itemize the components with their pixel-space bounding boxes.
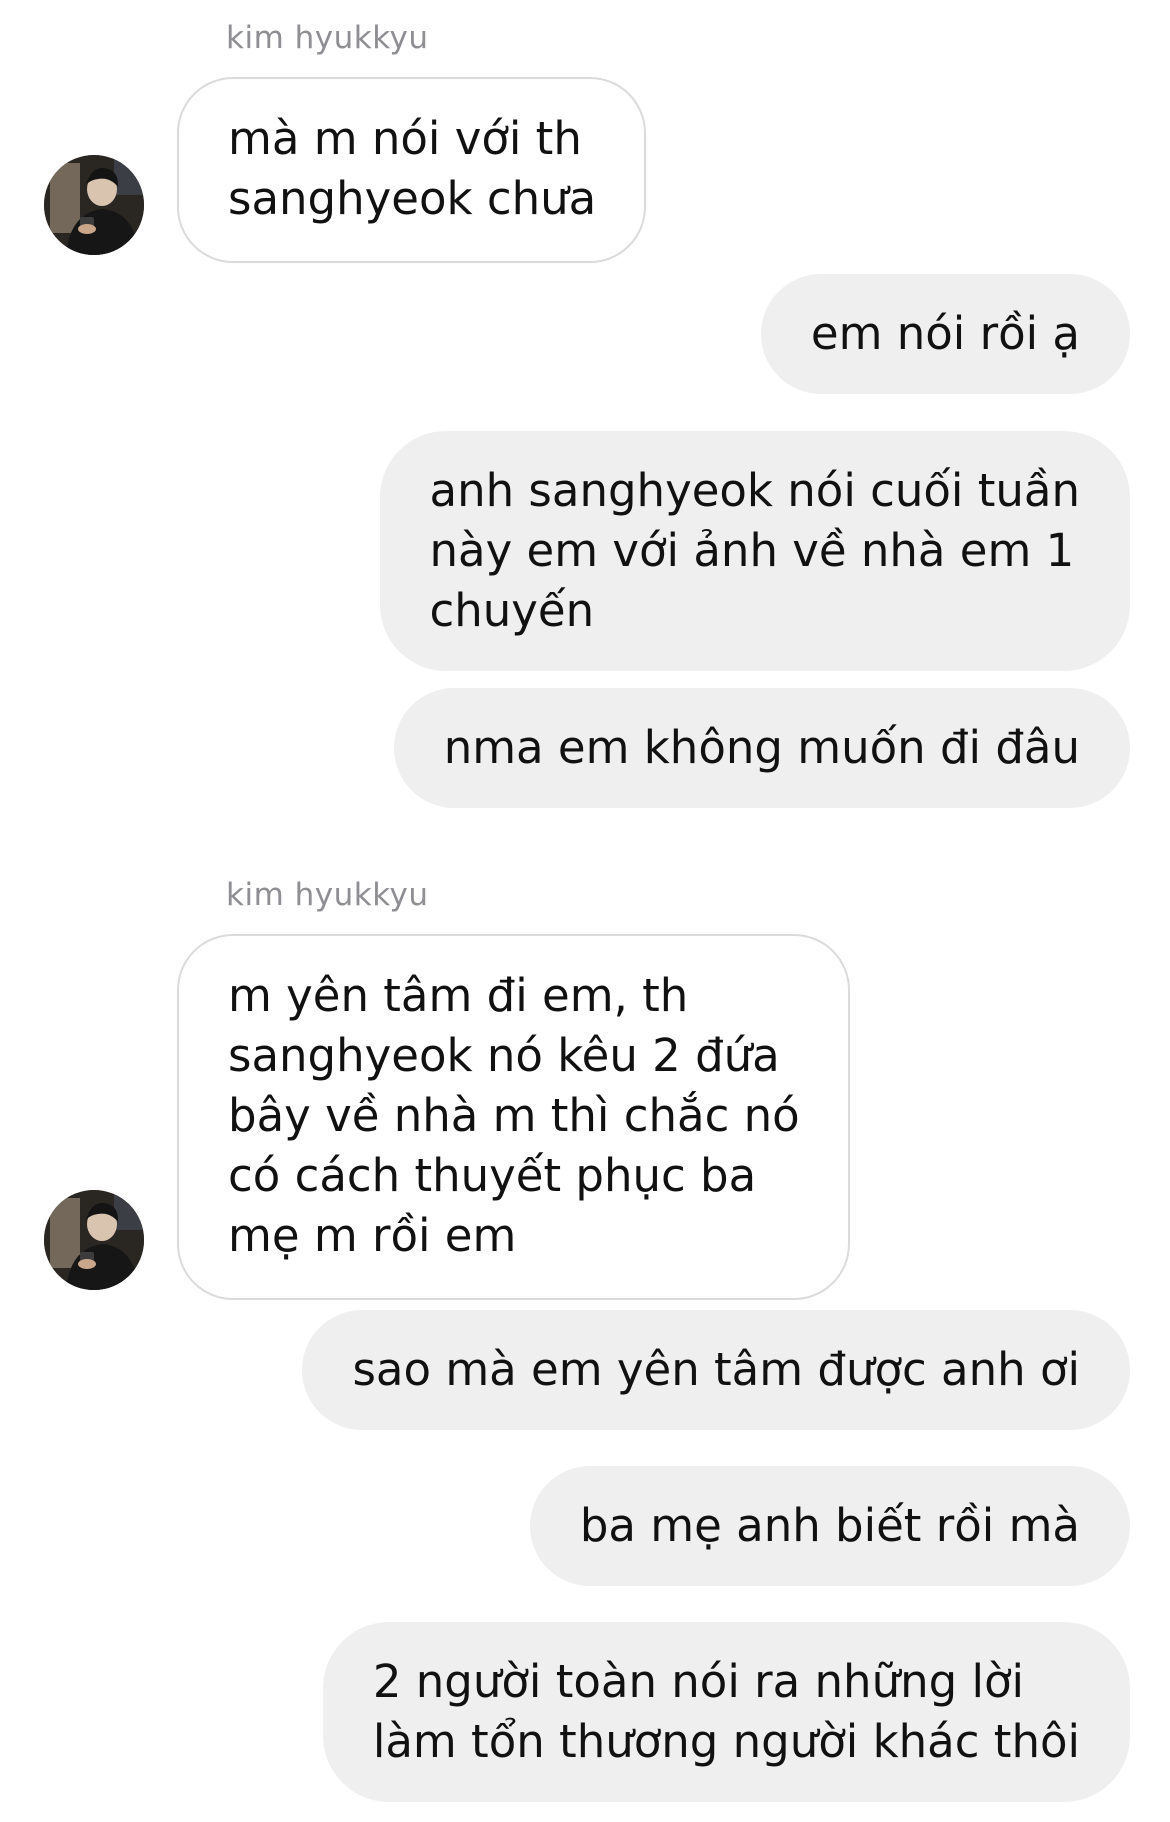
incoming-message-bubble[interactable]: m yên tâm đi em, th sanghyeok nó kêu 2 đ… bbox=[177, 934, 850, 1300]
outgoing-message-bubble[interactable]: anh sanghyeok nói cuối tuần này em với ả… bbox=[379, 431, 1130, 671]
sender-name: kim hyukkyu bbox=[226, 877, 429, 913]
outgoing-message-bubble[interactable]: em nói rồi ạ bbox=[760, 274, 1130, 394]
outgoing-message-bubble[interactable]: nma em không muốn đi đâu bbox=[393, 688, 1130, 808]
outgoing-message-bubble[interactable]: 2 người toàn nói ra những lời làm tổn th… bbox=[322, 1622, 1130, 1802]
avatar-icon bbox=[44, 1190, 144, 1290]
avatar-icon bbox=[44, 155, 144, 255]
sender-name: kim hyukkyu bbox=[226, 20, 429, 56]
incoming-message-bubble[interactable]: mà m nói với th sanghyeok chưa bbox=[177, 77, 647, 263]
outgoing-message-bubble[interactable]: sao mà em yên tâm được anh ơi bbox=[302, 1310, 1130, 1430]
profile-photo-avatar[interactable] bbox=[44, 1190, 144, 1290]
profile-photo-avatar[interactable] bbox=[44, 155, 144, 255]
outgoing-message-bubble[interactable]: ba mẹ anh biết rồi mà bbox=[529, 1466, 1130, 1586]
